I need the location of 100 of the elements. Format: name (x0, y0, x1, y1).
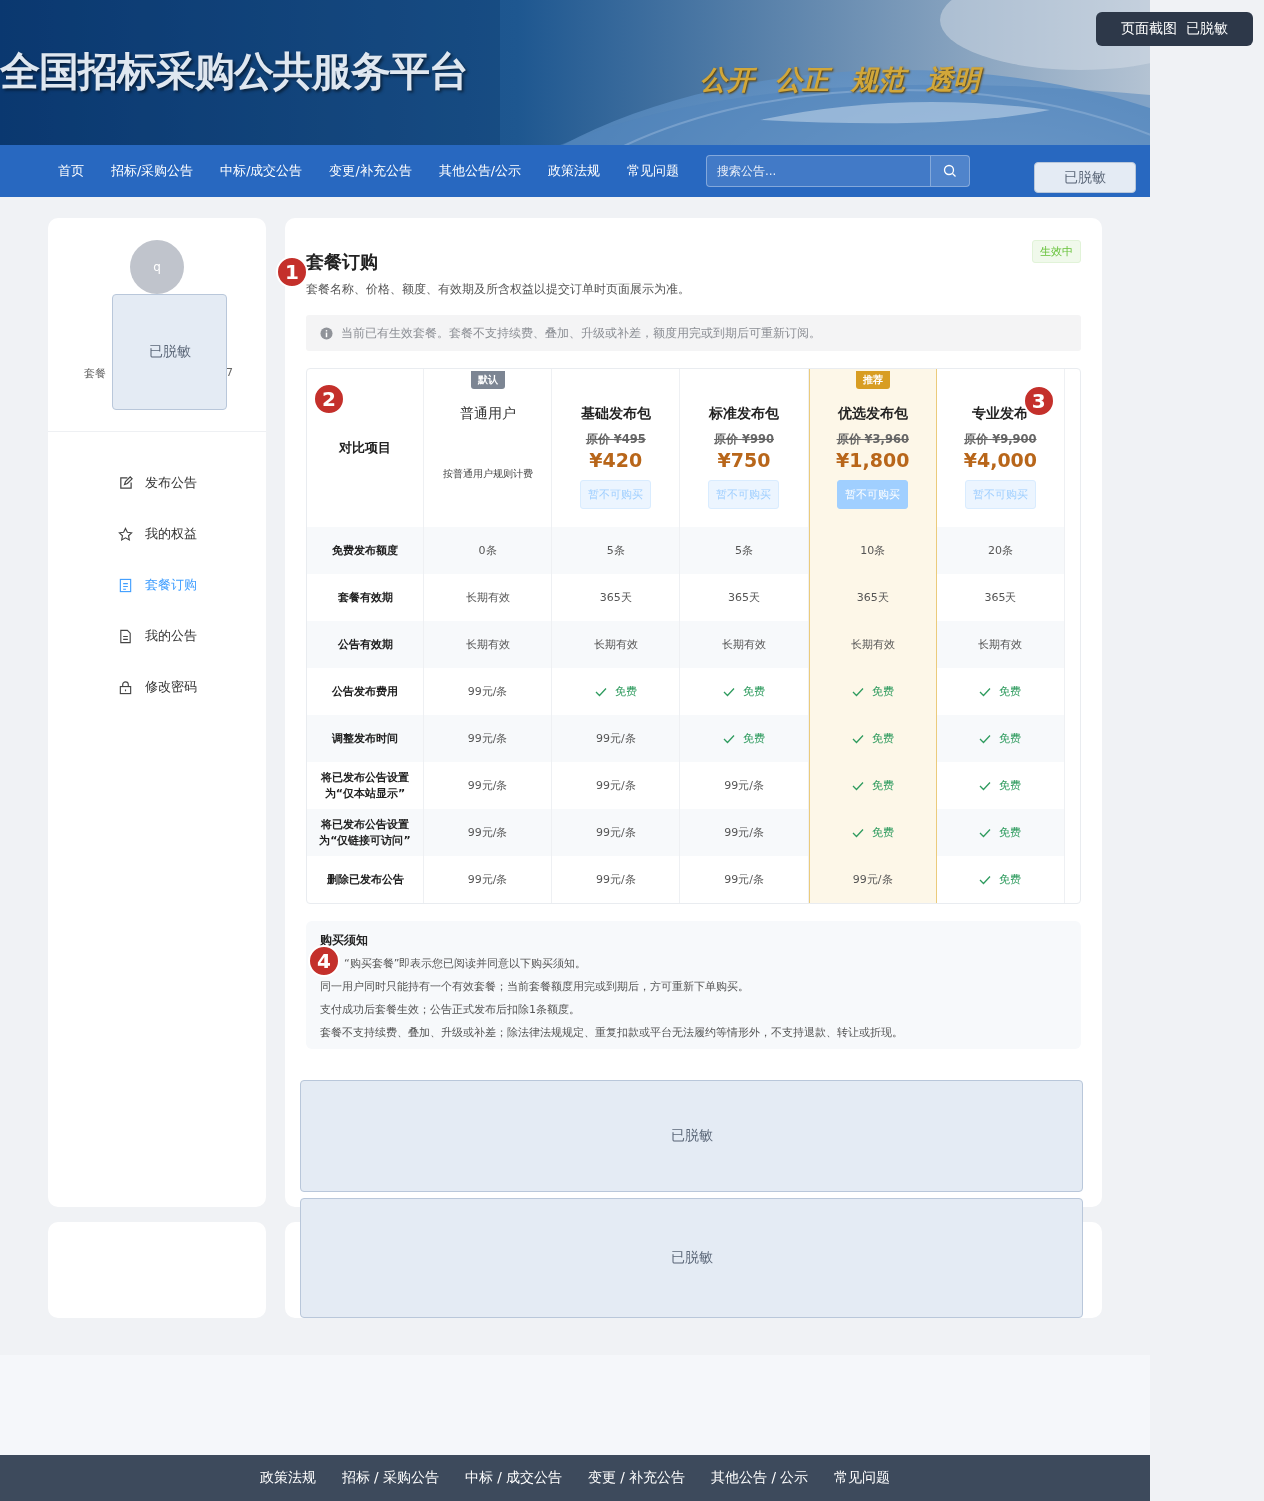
plan-tag: 默认 (470, 371, 505, 389)
original-price: 原价 ¥3,960 (836, 432, 909, 447)
table-cell: 99元/条 (852, 872, 893, 887)
footer-link[interactable]: 其他公告 / 公示 (711, 1469, 809, 1487)
plan-expiry-text: 套餐 (84, 366, 106, 381)
check-icon (594, 686, 607, 697)
row-label: 删除已发布公告 (307, 856, 424, 903)
table-cell: 365天 (599, 590, 632, 605)
plan-expiry-text: 7 (226, 366, 233, 379)
search-box[interactable]: 搜索公告... (705, 155, 970, 187)
table-cell: 0条 (478, 543, 497, 558)
table-cell: 365天 (728, 590, 760, 605)
table-cell: 99元/条 (595, 731, 636, 746)
number-badge: 2 (313, 383, 345, 415)
notice-line: 同一用户同时只能持有一个有效套餐；当前套餐额度用完或到期后，方可重新下单购买。 (320, 979, 749, 994)
check-icon (979, 827, 992, 838)
check-icon (723, 686, 735, 697)
free-label: 免费 (851, 778, 894, 793)
table-cell: 99元/条 (595, 872, 636, 887)
sidebar-item[interactable]: 套餐订购 (118, 560, 266, 611)
original-price: 原价 ¥9,900 (964, 432, 1037, 447)
table-cell: 5条 (735, 543, 753, 558)
table-cell: 20条 (987, 543, 1013, 558)
table-cell: 长期有效 (850, 637, 895, 652)
sidebar-item[interactable]: 发布公告 (118, 458, 266, 509)
search-field[interactable]: 搜索公告... (706, 163, 930, 179)
plan-price: ¥750 (717, 449, 771, 471)
check-icon (851, 827, 864, 838)
notice-line: 支付成功后套餐生效；公告正式发布后扣除1条额度。 (320, 1002, 580, 1017)
footer-link[interactable]: 中标 / 成交公告 (464, 1469, 562, 1487)
star-icon (118, 527, 133, 542)
footer-link[interactable]: 政策法规 (259, 1469, 316, 1487)
search-icon (942, 164, 957, 178)
table-cell: 99元/条 (467, 731, 508, 746)
check-icon (851, 780, 864, 791)
plan-name: 普通用户 (459, 405, 516, 423)
edit-icon (118, 476, 133, 491)
row-label: 公告有效期 (307, 621, 424, 668)
nav-link[interactable]: 常见问题 (626, 162, 679, 180)
search-button[interactable] (929, 156, 969, 186)
free-label: 免费 (851, 731, 894, 746)
table-cell: 99元/条 (724, 872, 764, 887)
free-label: 免费 (979, 825, 1022, 840)
original-price: 原价 ¥495 (585, 432, 646, 447)
row-label: 将已发布公告设置为“仅链接可访问” (307, 809, 424, 856)
row-label: 调整发布时间 (307, 715, 424, 762)
free-label: 免费 (594, 684, 637, 699)
free-label: 免费 (723, 731, 765, 746)
plan-price: ¥420 (589, 449, 643, 471)
redaction-box: 已脱敏 (300, 1198, 1083, 1318)
nav-link[interactable]: 政策法规 (547, 162, 600, 180)
file-icon (118, 629, 133, 644)
nav-link[interactable]: 首页 (58, 162, 84, 180)
lock-icon (118, 680, 133, 695)
info-icon (320, 326, 333, 340)
nav-link[interactable]: 变更/补充公告 (329, 162, 412, 180)
table-cell: 99元/条 (595, 778, 636, 793)
check-icon (979, 686, 992, 697)
table-cell: 长期有效 (465, 590, 510, 605)
table-cell: 99元/条 (467, 684, 508, 699)
table-cell: 长期有效 (593, 637, 638, 652)
plan-name: 优选发布包 (837, 405, 908, 423)
sidebar-item[interactable]: 我的权益 (118, 509, 266, 560)
notice-title: 购买须知 (320, 933, 369, 948)
table-cell: 99元/条 (467, 825, 508, 840)
footer-link[interactable]: 变更 / 补充公告 (588, 1469, 686, 1487)
notice-line: 套餐不支持续费、叠加、升级或补差；除法律法规规定、重复扣款或平台无法履约等情形外，不支持退款、转让或折现。 (320, 1025, 903, 1040)
table-cell: 365天 (856, 590, 889, 605)
nav-link[interactable]: 中标/成交公告 (220, 162, 303, 180)
number-badge: 4 (308, 945, 340, 977)
plan-note: 按普通用户规则计费 (442, 467, 533, 481)
plan-name: 标准发布包 (709, 405, 779, 423)
nav-link[interactable]: 招标/采购公告 (111, 162, 194, 180)
nav-link[interactable]: 其他公告/公示 (438, 162, 521, 180)
free-label: 免费 (723, 684, 765, 699)
check-icon (979, 780, 992, 791)
page-subtitle: 套餐名称、价格、额度、有效期及所含权益以提交订单时页面展示为准。 (306, 282, 690, 297)
footer-link[interactable]: 常见问题 (834, 1469, 891, 1487)
redaction-box: 已脱敏 (112, 294, 227, 410)
table-cell: 99元/条 (595, 825, 636, 840)
check-icon (979, 733, 992, 744)
free-label: 免费 (979, 731, 1022, 746)
free-label: 免费 (979, 684, 1022, 699)
plan-tag: 推荐 (855, 371, 890, 389)
table-cell: 10条 (860, 543, 886, 558)
notice-text: 当前已有生效套餐。套餐不支持续费、叠加、升级或补差，额度用完或到期后可重新订阅。 (341, 325, 821, 341)
plan-price: ¥4,000 (963, 449, 1038, 471)
redaction-box: 已脱敏 (300, 1080, 1083, 1192)
table-cell: 99元/条 (467, 778, 508, 793)
sidebar-item[interactable]: 我的公告 (118, 611, 266, 662)
table-cell: 5条 (606, 543, 625, 558)
footer-link[interactable]: 招标 / 采购公告 (341, 1469, 439, 1487)
table-cell: 99元/条 (467, 872, 508, 887)
sidebar-item[interactable]: 修改密码 (118, 662, 266, 713)
table-cell: 长期有效 (722, 637, 766, 652)
status-tag: 生效中 (1032, 240, 1081, 263)
site-title: 全国招标采购公共服务平台 (0, 47, 468, 96)
original-price: 原价 ¥990 (714, 432, 774, 447)
check-icon (851, 733, 864, 744)
check-icon (723, 733, 735, 744)
